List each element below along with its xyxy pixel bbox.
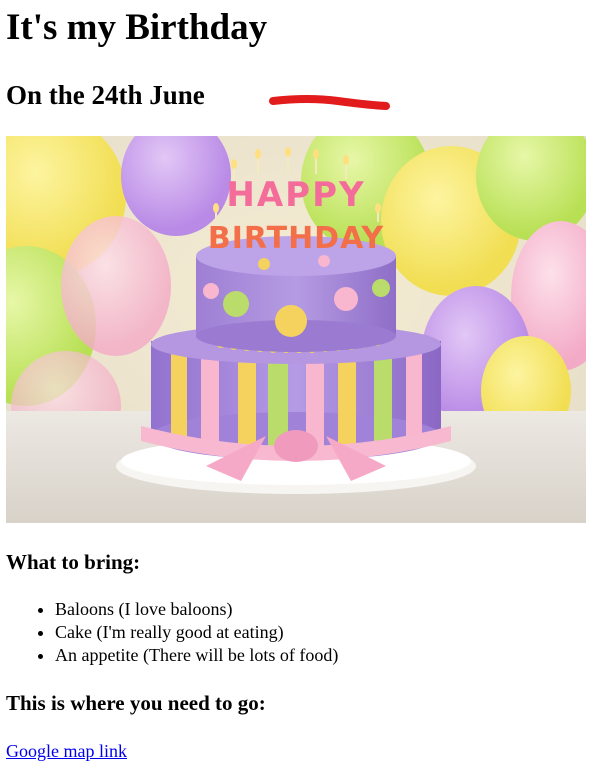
list-item: Cake (I'm really good at eating)	[55, 621, 338, 644]
list-item: An appetite (There will be lots of food)	[55, 644, 338, 667]
google-map-link[interactable]: Google map link	[6, 740, 127, 762]
bring-list: Baloons (I love baloons) Cake (I'm reall…	[36, 598, 338, 667]
birthday-cake-image: HAPPY BIRTHDAY	[6, 136, 586, 523]
directions-heading: This is where you need to go:	[6, 691, 266, 715]
what-to-bring-heading: What to bring:	[6, 550, 141, 574]
cake-birthday-text: BIRTHDAY	[208, 221, 385, 256]
cake-happy-text: HAPPY	[226, 175, 365, 215]
list-item: Baloons (I love baloons)	[55, 598, 338, 621]
page-title: It's my Birthday	[6, 7, 268, 48]
page-subtitle: On the 24th June	[6, 80, 205, 110]
red-annotation-stroke	[269, 95, 390, 110]
